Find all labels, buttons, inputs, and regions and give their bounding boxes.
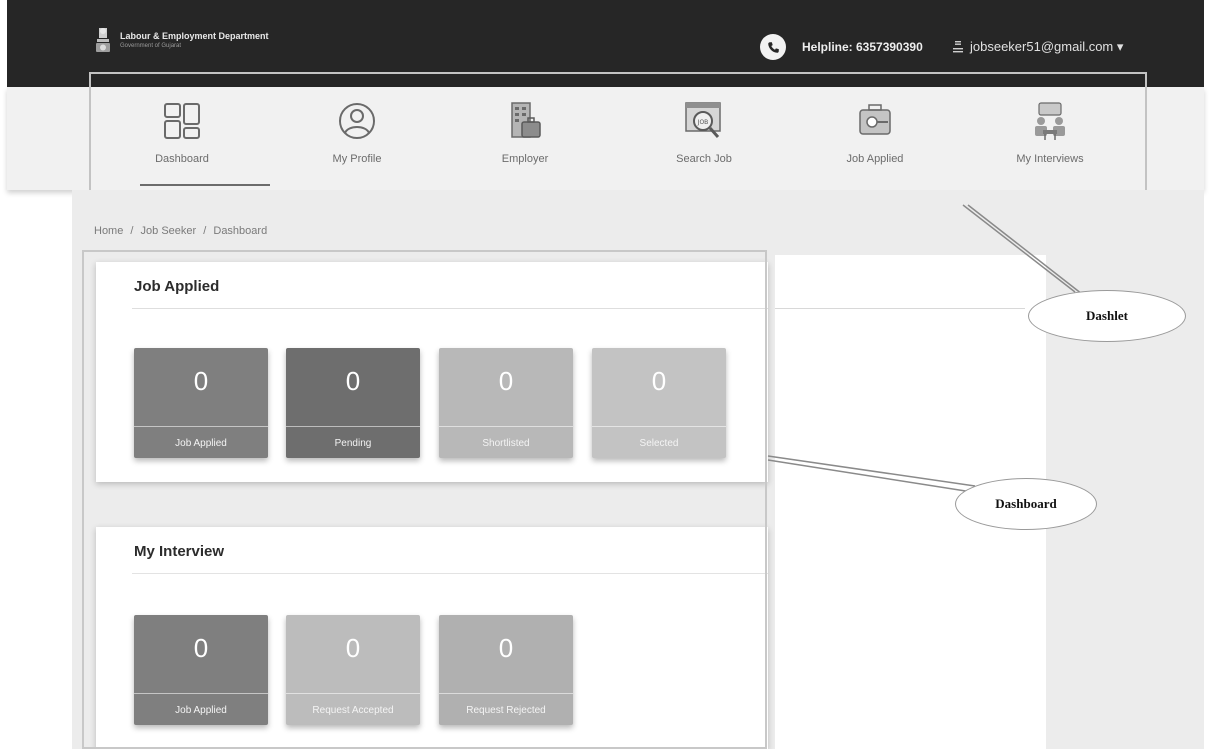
caret-down-icon: ▾ [1116, 39, 1124, 54]
state-emblem-icon [96, 28, 110, 52]
user-account-menu[interactable]: jobseeker51@gmail.com ▾ [970, 39, 1123, 55]
breadcrumb-home[interactable]: Home [94, 225, 123, 237]
breadcrumb-job-seeker[interactable]: Job Seeker [141, 225, 197, 237]
user-email: jobseeker51@gmail.com [970, 39, 1114, 54]
breadcrumb: Home / Job Seeker / Dashboard [94, 225, 271, 237]
dashlet-callout: Dashlet [1028, 290, 1186, 342]
breadcrumb-separator: / [130, 225, 134, 237]
dashlet-highlight-frame [89, 72, 1147, 202]
dashlet-callout-label: Dashlet [1086, 308, 1128, 323]
org-subtitle: Government of Gujarat [120, 43, 182, 49]
dashboard-highlight-frame [82, 250, 767, 749]
dashboard-callout-label: Dashboard [995, 496, 1057, 511]
breadcrumb-dashboard: Dashboard [213, 225, 268, 237]
org-name: Labour & Employment Department [120, 31, 269, 41]
dashboard-callout: Dashboard [955, 478, 1097, 530]
side-panel-divider [775, 308, 1025, 309]
user-icon [953, 41, 963, 53]
helpline-number: Helpline: 6357390390 [802, 40, 923, 54]
breadcrumb-separator: / [203, 225, 207, 237]
brand-logo[interactable]: Labour & Employment Department Governmen… [94, 26, 269, 54]
phone-icon[interactable] [760, 34, 786, 60]
